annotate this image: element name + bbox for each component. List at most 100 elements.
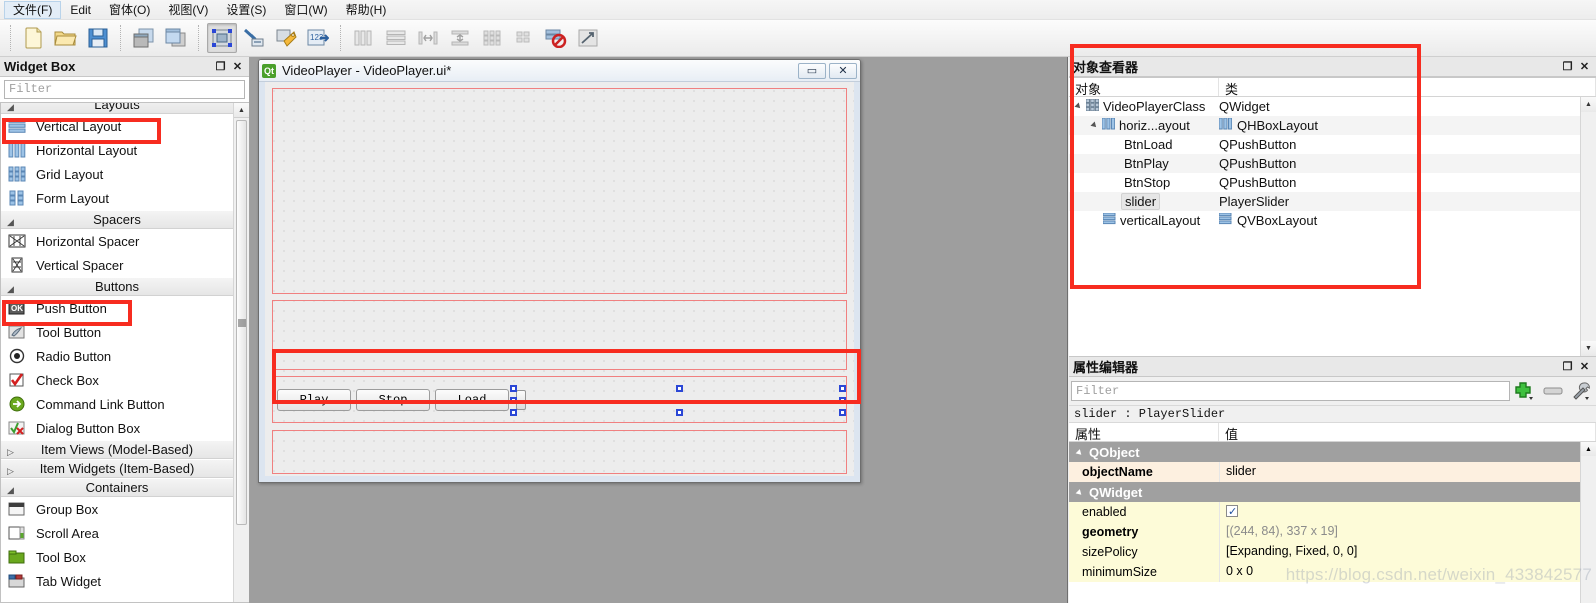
property-group-qobject[interactable]: QObject xyxy=(1069,442,1596,462)
menu-window[interactable]: 窗口(W) xyxy=(275,1,336,19)
widget-box-category-item-widgets[interactable]: ▷ Item Widgets (Item-Based) xyxy=(1,459,233,478)
widget-item-check-box[interactable]: Check Box xyxy=(1,368,233,392)
stop-button[interactable]: Stop xyxy=(356,389,430,411)
column-header-value[interactable]: 值 xyxy=(1219,423,1596,442)
load-button[interactable]: Load xyxy=(435,389,509,411)
selection-handle[interactable] xyxy=(510,385,517,392)
property-filter-input[interactable]: Filter xyxy=(1071,381,1510,401)
selection-handle[interactable] xyxy=(510,409,517,416)
selection-handle[interactable] xyxy=(676,409,683,416)
undock-icon[interactable]: ❐ xyxy=(1560,359,1575,374)
widget-item-vertical-spacer[interactable]: Vertical Spacer xyxy=(1,253,233,277)
widget-item-vertical-layout[interactable]: Vertical Layout xyxy=(1,114,233,138)
add-property-icon[interactable] xyxy=(1512,380,1538,402)
scroll-down-icon[interactable]: ▼ xyxy=(1581,341,1596,356)
minimize-button[interactable]: ▭ xyxy=(798,62,826,79)
widget-box-scrollbar[interactable]: ▲ xyxy=(233,103,249,602)
widget-item-horizontal-spacer[interactable]: Horizontal Spacer xyxy=(1,229,233,253)
edit-buddies-icon[interactable] xyxy=(271,23,301,53)
table-row[interactable]: BtnStop QPushButton xyxy=(1069,173,1596,192)
table-row-selected[interactable]: slider PlayerSlider xyxy=(1069,192,1596,211)
play-button[interactable]: Play xyxy=(277,389,351,411)
widget-item-grid-layout[interactable]: Grid Layout xyxy=(1,162,233,186)
close-icon[interactable]: ✕ xyxy=(1577,359,1592,374)
column-header-object[interactable]: 对象 xyxy=(1069,78,1219,97)
column-header-class[interactable]: 类 xyxy=(1219,78,1596,97)
layout-box-controls[interactable]: Play Stop Load xyxy=(272,376,847,423)
widget-item-tool-box[interactable]: Tool Box xyxy=(1,545,233,569)
widget-box-category-layouts[interactable]: ◢ Layouts xyxy=(1,103,233,114)
table-row[interactable]: geometry [(244, 84), 337 x 19] xyxy=(1069,522,1596,542)
widget-box-category-spacers[interactable]: ◢ Spacers xyxy=(1,210,233,229)
save-file-icon[interactable] xyxy=(83,23,113,53)
property-value[interactable]: slider xyxy=(1219,462,1596,482)
selection-handle[interactable] xyxy=(839,397,846,404)
property-value[interactable] xyxy=(1219,502,1596,522)
table-row[interactable]: VideoPlayerClass QWidget xyxy=(1069,97,1596,116)
expander-icon[interactable] xyxy=(1091,121,1100,130)
widget-item-radio-button[interactable]: Radio Button xyxy=(1,344,233,368)
menu-settings[interactable]: 设置(S) xyxy=(217,1,275,19)
menu-form[interactable]: 窗体(O) xyxy=(100,1,159,19)
selection-handle[interactable] xyxy=(676,385,683,392)
close-icon[interactable]: ✕ xyxy=(230,59,245,74)
table-row[interactable]: minimumSize 0 x 0 xyxy=(1069,562,1596,582)
selection-handle[interactable] xyxy=(839,409,846,416)
widget-item-dialog-button-box[interactable]: Dialog Button Box xyxy=(1,416,233,440)
undock-icon[interactable]: ❐ xyxy=(213,59,228,74)
close-icon[interactable]: ✕ xyxy=(1577,59,1592,74)
layout-box-bottom[interactable] xyxy=(272,430,847,474)
slider-handle[interactable] xyxy=(516,390,526,410)
widget-box-filter-input[interactable]: Filter xyxy=(4,80,245,99)
property-editor-scrollbar[interactable]: ▲ xyxy=(1580,442,1596,603)
open-file-icon[interactable] xyxy=(51,23,81,53)
property-group-qwidget[interactable]: QWidget xyxy=(1069,482,1596,502)
widget-item-push-button[interactable]: OK Push Button xyxy=(1,296,233,320)
widget-item-command-link-button[interactable]: Command Link Button xyxy=(1,392,233,416)
widget-box-category-buttons[interactable]: ◢ Buttons xyxy=(1,277,233,296)
column-header-property[interactable]: 属性 xyxy=(1069,423,1219,442)
property-value[interactable]: [(244, 84), 337 x 19] xyxy=(1219,522,1596,542)
scroll-up-icon[interactable]: ▲ xyxy=(1581,97,1596,112)
menu-edit[interactable]: Edit xyxy=(61,1,100,19)
tile-windows-icon[interactable] xyxy=(161,23,191,53)
scroll-up-icon[interactable]: ▲ xyxy=(1581,442,1596,456)
object-inspector-scrollbar[interactable]: ▲ ▼ xyxy=(1580,97,1596,356)
cascade-windows-icon[interactable] xyxy=(129,23,159,53)
edit-signals-slots-icon[interactable] xyxy=(239,23,269,53)
table-row[interactable]: BtnPlay QPushButton xyxy=(1069,154,1596,173)
widget-box-category-containers[interactable]: ◢ Containers xyxy=(1,478,233,497)
object-inspector-tree[interactable]: VideoPlayerClass QWidget horiz...ayout Q… xyxy=(1069,97,1596,356)
property-value[interactable]: [Expanding, Fixed, 0, 0] xyxy=(1219,542,1596,562)
expander-icon[interactable] xyxy=(1075,102,1084,111)
player-slider[interactable] xyxy=(510,385,846,416)
table-row[interactable]: enabled xyxy=(1069,502,1596,522)
table-row[interactable]: BtnLoad QPushButton xyxy=(1069,135,1596,154)
layout-box-video-area[interactable] xyxy=(272,88,847,294)
table-row[interactable]: horiz...ayout QHBoxLayout xyxy=(1069,116,1596,135)
remove-property-icon[interactable] xyxy=(1540,380,1566,402)
configure-icon[interactable] xyxy=(1568,380,1594,402)
selection-handle[interactable] xyxy=(510,397,517,404)
widget-box-category-item-views[interactable]: ▷ Item Views (Model-Based) xyxy=(1,440,233,459)
edit-tab-order-icon[interactable]: 123 xyxy=(303,23,333,53)
widget-item-group-box[interactable]: Group Box xyxy=(1,497,233,521)
layout-box-middle[interactable] xyxy=(272,300,847,370)
menu-view[interactable]: 视图(V) xyxy=(159,1,217,19)
undock-icon[interactable]: ❐ xyxy=(1560,59,1575,74)
table-row[interactable]: verticalLayout QVBoxLayout xyxy=(1069,211,1596,230)
menu-file[interactable]: 文件(F) xyxy=(4,0,62,19)
menu-help[interactable]: 帮助(H) xyxy=(337,1,396,19)
widget-item-tab-widget[interactable]: Tab Widget xyxy=(1,569,233,593)
table-row[interactable]: objectName slider xyxy=(1069,462,1596,482)
new-file-icon[interactable] xyxy=(19,23,49,53)
enabled-checkbox[interactable] xyxy=(1226,503,1238,522)
property-editor-table[interactable]: QObject objectName slider QWidget enable… xyxy=(1069,442,1596,603)
widget-item-scroll-area[interactable]: Scroll Area xyxy=(1,521,233,545)
widget-item-horizontal-layout[interactable]: Horizontal Layout xyxy=(1,138,233,162)
widget-item-form-layout[interactable]: Form Layout xyxy=(1,186,233,210)
edit-widgets-icon[interactable] xyxy=(207,23,237,53)
scrollbar-thumb[interactable] xyxy=(236,120,247,525)
table-row[interactable]: sizePolicy [Expanding, Fixed, 0, 0] xyxy=(1069,542,1596,562)
close-button[interactable]: ✕ xyxy=(829,62,857,79)
